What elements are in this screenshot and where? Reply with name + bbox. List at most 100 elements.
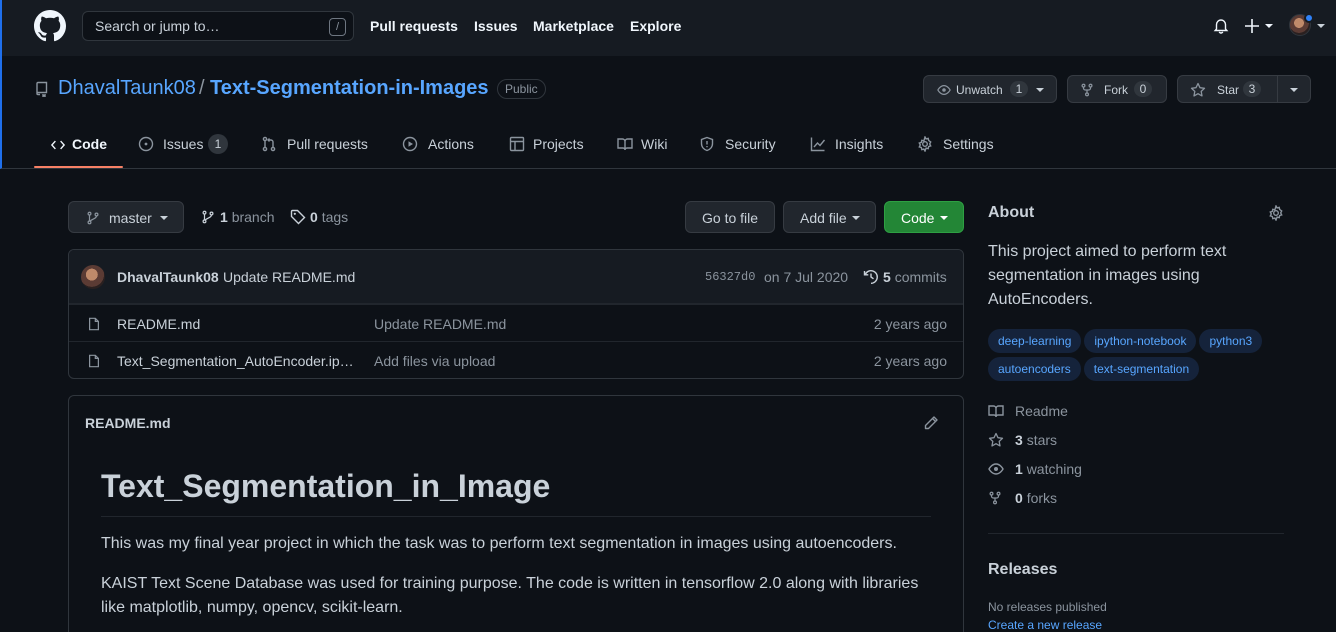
about-heading: About	[988, 204, 1035, 221]
tag-icon	[290, 209, 306, 225]
table-icon	[509, 136, 525, 152]
eye-icon	[937, 85, 951, 95]
tab-label: Wiki	[641, 136, 668, 152]
list-item[interactable]: README.md Update README.md 2 years ago	[69, 304, 963, 341]
code-button[interactable]: Code	[884, 201, 964, 233]
file-icon	[89, 354, 99, 368]
plus-icon[interactable]	[1245, 17, 1275, 35]
notification-dot	[1304, 13, 1314, 23]
readme-panel: README.md Text_Segmentation_in_Image Thi…	[68, 395, 964, 632]
commit-date: on 7 Jul 2020	[764, 269, 849, 285]
topic-tag[interactable]: python3	[1199, 329, 1263, 353]
repo-icon	[36, 81, 48, 97]
file-age: 2 years ago	[873, 353, 947, 369]
commit-message-link[interactable]: Update README.md	[223, 269, 355, 285]
file-commit-message[interactable]: Add files via upload	[374, 353, 495, 369]
topic-tag[interactable]: text-segmentation	[1083, 357, 1200, 381]
star-label: Star	[1217, 83, 1240, 97]
issue-icon	[138, 136, 154, 152]
fork-button[interactable]: Fork 0	[1067, 75, 1167, 103]
history-icon	[863, 270, 878, 284]
fork-label: Fork	[1104, 83, 1128, 97]
search-input[interactable]: Search or jump to… /	[82, 11, 354, 41]
chevron-down-icon[interactable]	[1290, 88, 1298, 92]
chevron-down-icon	[160, 216, 168, 220]
commits-word: commits	[894, 269, 947, 285]
repo-path-separator: /	[199, 77, 205, 99]
gear-icon	[918, 136, 932, 152]
pencil-icon[interactable]	[923, 415, 939, 431]
tab-label: Actions	[428, 136, 474, 152]
branch-word: branch	[231, 209, 275, 225]
book-icon	[617, 138, 633, 151]
readme-filename[interactable]: README.md	[85, 415, 171, 431]
tab-label: Projects	[533, 136, 584, 152]
repo-owner-link[interactable]: DhavalTaunk08	[58, 77, 196, 100]
file-commit-message[interactable]: Update README.md	[374, 316, 506, 332]
gear-icon[interactable]	[1268, 205, 1284, 221]
file-name-link[interactable]: Text_Segmentation_AutoEncoder.ip…	[117, 353, 357, 369]
chevron-down-icon	[852, 216, 860, 220]
readme-paragraph: KAIST Text Scene Database was used for t…	[101, 575, 919, 616]
file-age: 2 years ago	[873, 316, 947, 332]
watching-word: watching	[1026, 461, 1082, 477]
branch-name: master	[109, 210, 152, 226]
commit-author-link[interactable]: DhavalTaunk08	[117, 269, 219, 285]
repo-name-link[interactable]: Text-Segmentation-in-Images	[210, 77, 489, 100]
tag-count: 0	[310, 209, 318, 225]
readme-heading: Text_Segmentation_in_Image	[101, 468, 551, 504]
bell-icon[interactable]	[1213, 17, 1229, 34]
star-button[interactable]: Star 3	[1177, 75, 1311, 103]
add-file-label: Add file	[800, 210, 847, 226]
github-logo-icon[interactable]	[34, 10, 66, 42]
nav-issues[interactable]: Issues	[474, 18, 518, 34]
file-name-link[interactable]: README.md	[117, 316, 357, 332]
commit-author-avatar[interactable]	[81, 265, 105, 289]
file-list: DhavalTaunk08 Update README.md 56327d0 o…	[68, 249, 964, 379]
commits-count: 5	[883, 269, 891, 285]
tab-label: Pull requests	[287, 136, 368, 152]
go-to-file-label: Go to file	[702, 210, 759, 226]
branch-icon	[202, 210, 214, 224]
chevron-down-icon	[940, 216, 948, 220]
tab-label: Code	[72, 136, 107, 152]
star-count: 3	[1243, 81, 1261, 97]
about-description: This project aimed to perform text segme…	[988, 243, 1227, 308]
nav-pull-requests[interactable]: Pull requests	[370, 18, 458, 34]
tab-label: Settings	[943, 136, 994, 152]
create-release-link[interactable]: Create a new release	[988, 618, 1102, 632]
watching-count: 1	[1015, 461, 1023, 477]
forks-count: 0	[1015, 490, 1023, 506]
list-item[interactable]: Text_Segmentation_AutoEncoder.ip… Add fi…	[69, 341, 963, 378]
unwatch-button[interactable]: Unwatch 1	[923, 75, 1057, 103]
active-tab-indicator	[34, 166, 123, 168]
latest-commit-row: DhavalTaunk08 Update README.md 56327d0 o…	[69, 250, 963, 304]
tag-word: tags	[321, 209, 349, 225]
search-placeholder: Search or jump to…	[95, 18, 220, 34]
nav-explore[interactable]: Explore	[630, 18, 681, 34]
visibility-badge: Public	[497, 79, 546, 99]
chevron-down-icon[interactable]	[1317, 24, 1325, 28]
commits-link[interactable]: 5 commits	[883, 269, 947, 285]
fork-count: 0	[1134, 81, 1152, 97]
star-icon	[988, 432, 1004, 447]
releases-heading[interactable]: Releases	[988, 561, 1057, 579]
branch-select-button[interactable]: master	[68, 201, 184, 233]
commit-sha-link[interactable]: 56327d0	[705, 270, 755, 284]
branch-icon	[87, 211, 99, 225]
fork-icon	[1081, 83, 1093, 97]
file-icon	[89, 317, 99, 331]
topic-tag[interactable]: ipython-notebook	[1084, 329, 1197, 353]
button-divider	[1277, 76, 1278, 102]
chevron-down-icon[interactable]	[1036, 88, 1044, 92]
topic-tag[interactable]: deep-learning	[988, 329, 1082, 353]
eye-icon	[988, 463, 1004, 475]
code-icon	[50, 140, 66, 150]
fork-icon	[989, 491, 1001, 505]
go-to-file-button[interactable]: Go to file	[685, 201, 775, 233]
tab-label: Issues	[163, 136, 204, 152]
add-file-button[interactable]: Add file	[783, 201, 876, 233]
book-icon	[988, 405, 1004, 418]
topic-tag[interactable]: autoencoders	[988, 357, 1081, 381]
nav-marketplace[interactable]: Marketplace	[533, 18, 614, 34]
